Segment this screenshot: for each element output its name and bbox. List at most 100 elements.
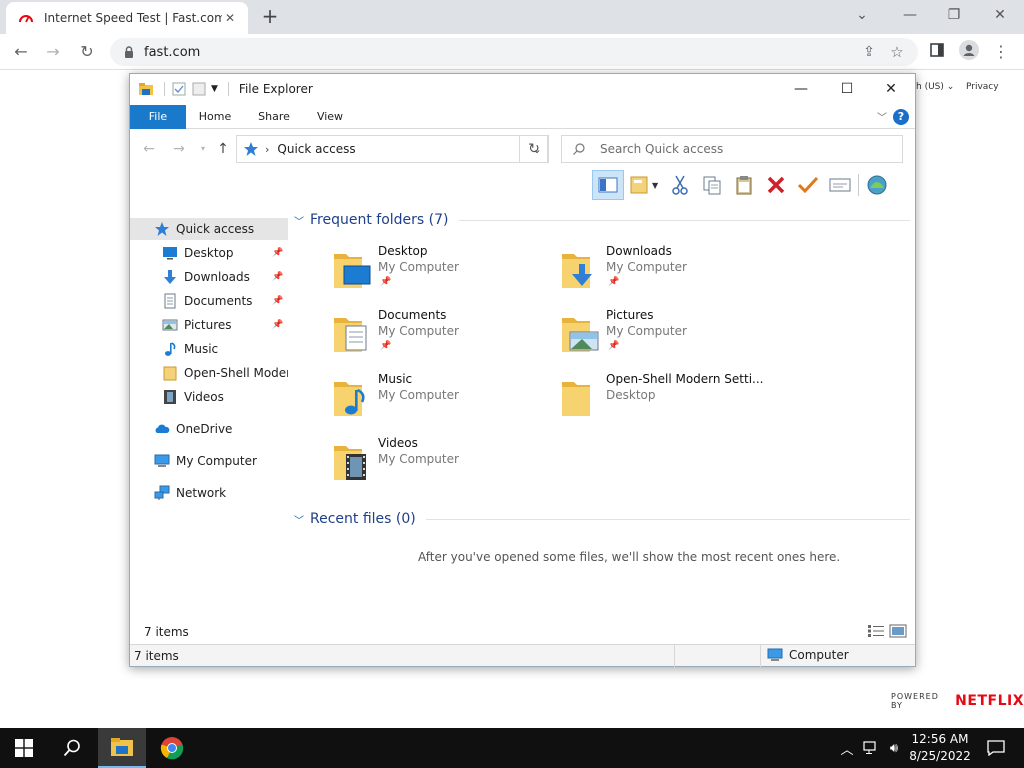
ribbon-tab-view[interactable]: View <box>308 105 352 129</box>
collapse-chevron-icon[interactable]: ﹀ <box>294 512 304 527</box>
minimize-button[interactable]: — <box>888 2 932 30</box>
explorer-close-button[interactable]: ✕ <box>868 74 914 104</box>
clock-time: 12:56 AM <box>911 732 969 746</box>
browser-tab[interactable]: Internet Speed Test | Fast.com ✕ <box>6 2 248 34</box>
side-panel-icon[interactable] <box>924 40 950 64</box>
nav-item-network[interactable]: Network <box>130 482 288 504</box>
content-pane: ﹀ Frequent folders (7) Desktop My Comput… <box>294 212 910 632</box>
close-button[interactable]: ✕ <box>978 2 1022 30</box>
nav-item-videos[interactable]: Videos <box>130 386 288 408</box>
back-button[interactable]: ← <box>8 40 34 64</box>
computer-icon <box>154 454 170 467</box>
quick-access-star-icon <box>244 142 258 156</box>
new-folder-icon[interactable] <box>191 81 207 97</box>
recent-files-header[interactable]: ﹀ Recent files (0) <box>294 511 910 527</box>
properties-icon[interactable] <box>171 81 187 97</box>
delete-x-icon[interactable] <box>760 170 792 200</box>
cut-scissors-icon[interactable] <box>664 170 696 200</box>
pin-icon[interactable]: 📌 <box>272 296 284 306</box>
folder-tile-documents[interactable]: Documents My Computer 📌 <box>294 308 514 364</box>
network-tray-icon[interactable] <box>860 728 882 768</box>
volume-speaker-icon[interactable]: 🔊︎ <box>884 728 904 768</box>
nav-item-onedrive[interactable]: OneDrive <box>130 418 288 440</box>
menu-kebab-icon[interactable]: ⋮ <box>988 40 1014 64</box>
open-shell-icon[interactable] <box>861 170 893 200</box>
up-button[interactable]: ↑ <box>214 140 232 158</box>
explorer-app-icon <box>139 83 153 95</box>
pin-icon[interactable]: 📌 <box>272 248 284 258</box>
taskbar-file-explorer[interactable] <box>98 728 146 768</box>
folder-tile-downloads[interactable]: Downloads My Computer 📌 <box>522 244 742 300</box>
language-selector[interactable]: h (US) ⌄ <box>916 82 954 92</box>
nav-item-downloads[interactable]: Downloads 📌 <box>130 266 288 288</box>
ribbon-tab-home[interactable]: Home <box>192 105 238 129</box>
explorer-back-button[interactable]: ← <box>140 140 158 158</box>
pin-icon[interactable]: 📌 <box>272 320 284 330</box>
reload-button[interactable]: ↻ <box>74 40 100 64</box>
pin-icon[interactable]: 📌 <box>272 272 284 282</box>
forward-button[interactable]: → <box>40 40 66 64</box>
breadcrumb-chevron-icon[interactable]: › <box>265 143 269 156</box>
nav-item-my-computer[interactable]: My Computer <box>130 450 288 472</box>
notifications-button[interactable] <box>976 728 1016 768</box>
folder-tile-videos[interactable]: Videos My Computer <box>294 436 514 492</box>
refresh-button[interactable]: ↻ <box>519 135 549 163</box>
show-hidden-icons-chevron-icon[interactable]: ︿ <box>838 728 856 768</box>
address-bar[interactable]: fast.com <box>110 38 918 66</box>
notification-bubble-icon <box>987 740 1005 756</box>
search-box[interactable] <box>561 135 903 163</box>
expand-ribbon-chevron-icon[interactable]: ﹀ <box>877 109 887 124</box>
explorer-minimize-button[interactable]: — <box>778 74 824 104</box>
explorer-maximize-button[interactable]: ☐ <box>824 74 870 104</box>
downloads-folder-icon <box>562 254 592 288</box>
taskbar: ︿ 🔊︎ 12:56 AM 8/25/2022 <box>0 728 1024 768</box>
taskbar-chrome[interactable] <box>148 728 196 768</box>
recent-locations-chevron-icon[interactable]: ▾ <box>194 140 212 158</box>
help-icon[interactable]: ? <box>893 109 909 125</box>
share-icon[interactable]: ⇪ <box>856 40 882 64</box>
nav-item-open-shell-modern[interactable]: Open-Shell Modern <box>130 362 288 384</box>
collapse-chevron-icon[interactable]: ﹀ <box>294 213 304 228</box>
folder-tile-pictures[interactable]: Pictures My Computer 📌 <box>522 308 742 364</box>
profile-avatar-icon[interactable] <box>956 40 982 64</box>
ribbon-tab-file[interactable]: File <box>130 105 186 129</box>
paste-clipboard-icon[interactable] <box>728 170 760 200</box>
search-input[interactable] <box>600 142 902 156</box>
privacy-link[interactable]: Privacy <box>966 82 999 92</box>
quick-access-toolbar: ▼ <box>130 81 235 97</box>
clock[interactable]: 12:56 AM 8/25/2022 <box>904 731 976 765</box>
details-view-icon[interactable] <box>867 624 885 638</box>
nav-item-pictures[interactable]: Pictures 📌 <box>130 314 288 336</box>
nav-item-documents[interactable]: Documents 📌 <box>130 290 288 312</box>
select-checkmark-icon[interactable] <box>792 170 824 200</box>
customize-toolbar-chevron-icon[interactable]: ▼ <box>211 84 218 94</box>
navigation-pane-toggle-icon[interactable] <box>592 170 624 200</box>
search-button[interactable] <box>48 728 96 768</box>
large-icons-view-icon[interactable] <box>889 624 907 638</box>
copy-icon[interactable] <box>696 170 728 200</box>
tab-close-icon[interactable]: ✕ <box>222 10 238 26</box>
ribbon-tab-share[interactable]: Share <box>250 105 298 129</box>
folder-tile-desktop[interactable]: Desktop My Computer 📌 <box>294 244 514 300</box>
nav-item-desktop[interactable]: Desktop 📌 <box>130 242 288 264</box>
address-location: Quick access <box>277 142 356 156</box>
folder-tile-open-shell[interactable]: Open-Shell Modern Setti... Desktop <box>522 372 764 428</box>
explorer-forward-button[interactable]: → <box>170 140 188 158</box>
restore-button[interactable]: ❐ <box>932 2 976 30</box>
command-bar: ▼ <box>592 170 893 200</box>
view-options-icon[interactable]: ▼ <box>624 170 664 200</box>
new-tab-button[interactable]: + <box>258 6 282 28</box>
nav-item-quick-access[interactable]: Quick access <box>130 218 288 240</box>
bookmark-star-icon[interactable]: ☆ <box>884 40 910 64</box>
tab-search-chevron-icon[interactable]: ⌄ <box>840 2 884 30</box>
frequent-folders-header[interactable]: ﹀ Frequent folders (7) <box>294 212 910 228</box>
folder-icon <box>562 382 590 416</box>
folder-tile-music[interactable]: Music My Computer <box>294 372 514 428</box>
explorer-address-bar[interactable]: › Quick access ⌄ <box>236 135 548 163</box>
properties-card-icon[interactable] <box>824 170 856 200</box>
explorer-title-bar: ▼ File Explorer — ☐ ✕ <box>130 74 915 104</box>
start-button[interactable] <box>0 728 48 768</box>
powered-by-netflix[interactable]: POWERED BY NETFLIX <box>891 692 1024 710</box>
nav-item-music[interactable]: Music <box>130 338 288 360</box>
desktop-icon <box>163 247 177 260</box>
